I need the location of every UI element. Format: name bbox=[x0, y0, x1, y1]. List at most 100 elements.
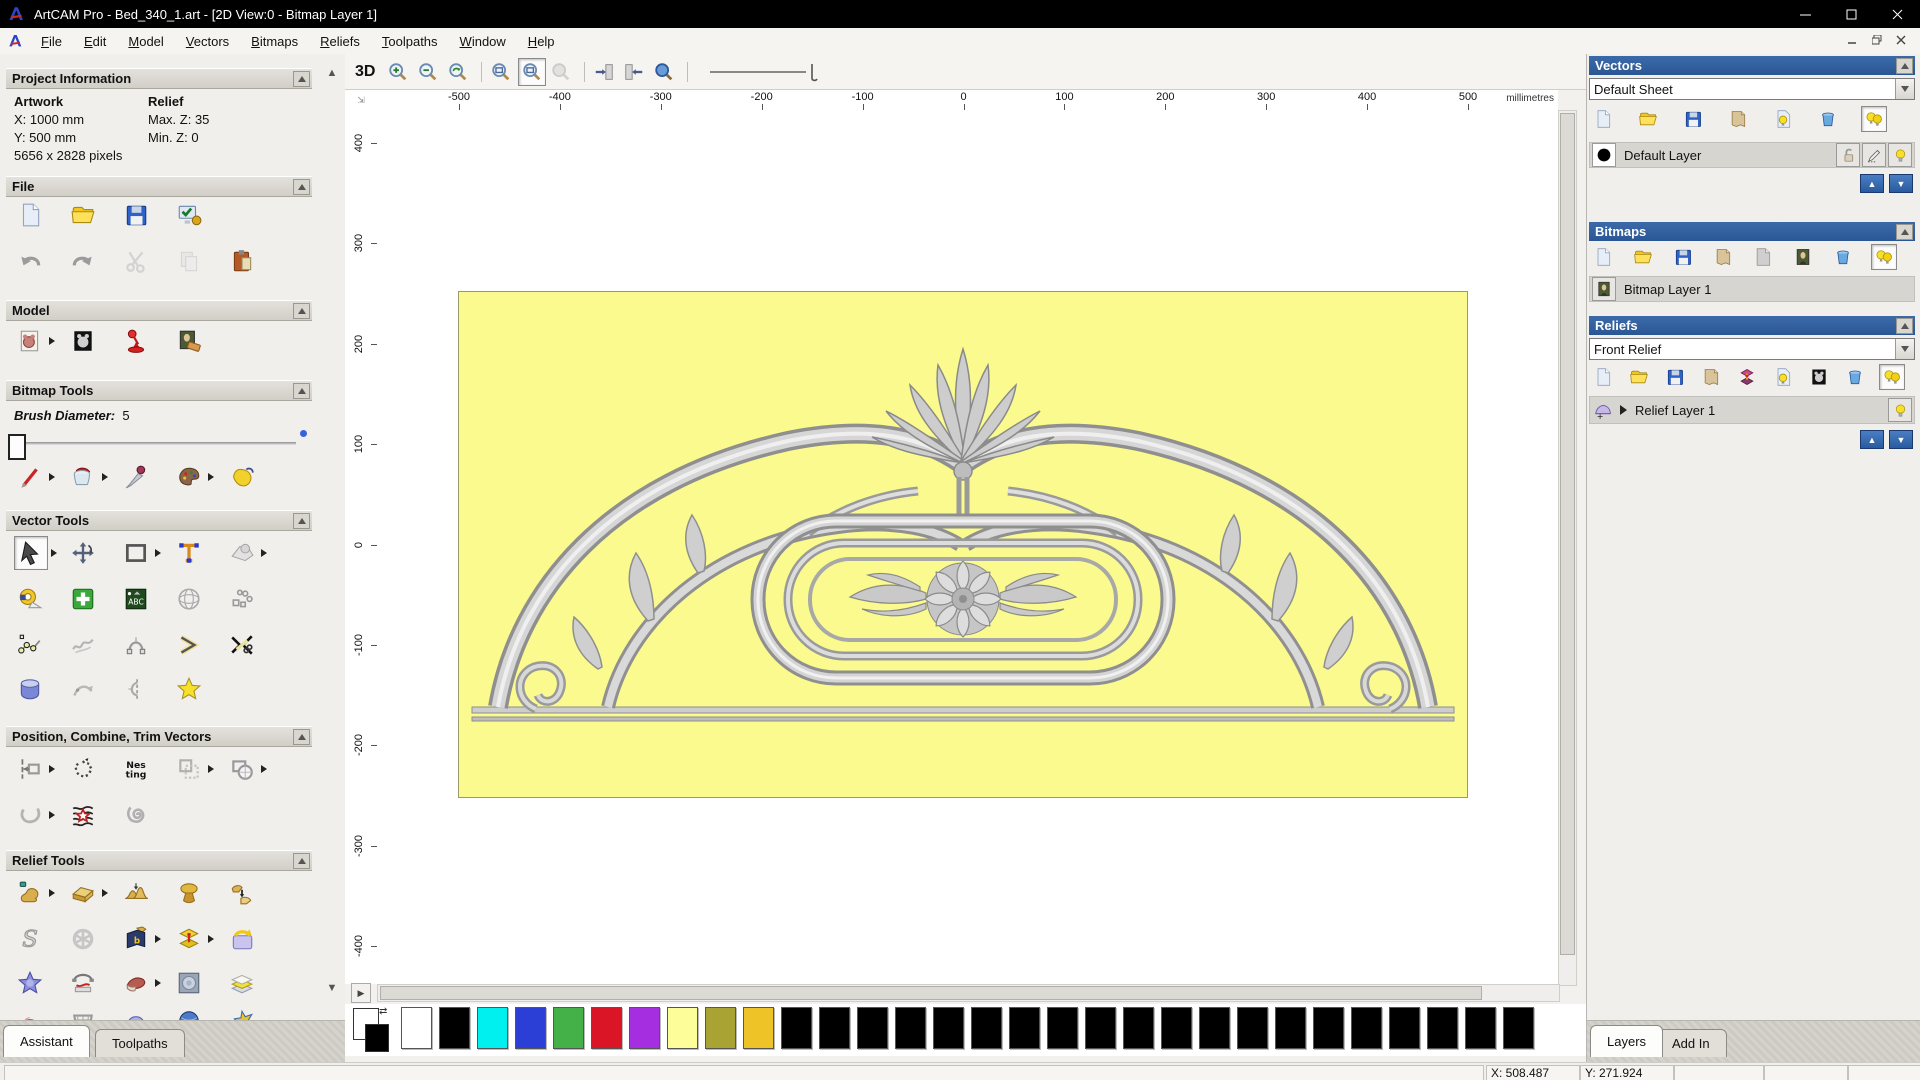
vector-doctor-flyout-arrow[interactable] bbox=[261, 549, 267, 557]
palette-colour-swatch[interactable] bbox=[477, 1007, 508, 1049]
ruler-corner-box[interactable]: ⇲ bbox=[345, 90, 378, 111]
colour-palette-button[interactable] bbox=[173, 461, 205, 493]
palette-colour-swatch[interactable] bbox=[1085, 1007, 1116, 1049]
bitmap-layer-name[interactable]: Bitmap Layer 1 bbox=[1624, 282, 1914, 297]
vertical-scrollbar-thumb[interactable] bbox=[1560, 113, 1575, 955]
relief-artwork[interactable] bbox=[458, 291, 1468, 798]
group-vectors-button[interactable] bbox=[226, 753, 258, 785]
layer-visibility-page-button[interactable] bbox=[1771, 107, 1795, 131]
palette-colour-swatch[interactable] bbox=[629, 1007, 660, 1049]
relief-layer-row[interactable]: Relief Layer 1 bbox=[1589, 396, 1915, 424]
interlock-vectors-button[interactable] bbox=[120, 799, 152, 831]
relief-layer-visibility-bulb-icon[interactable] bbox=[1888, 398, 1912, 422]
vector-texture-button[interactable] bbox=[67, 799, 99, 831]
new-vector-layer-button[interactable] bbox=[1591, 107, 1615, 131]
vector-layer-colour-icon[interactable] bbox=[1592, 143, 1616, 167]
fit-curve-button[interactable] bbox=[67, 673, 99, 705]
zoom-fit-button[interactable] bbox=[518, 58, 546, 86]
zero-plane-button[interactable] bbox=[67, 877, 99, 909]
tab-layers[interactable]: Layers bbox=[1590, 1025, 1663, 1057]
zoom-out-button[interactable] bbox=[415, 59, 441, 85]
paint-flyout-arrow[interactable] bbox=[49, 473, 55, 481]
assistant-panel-scrollbar[interactable]: ▲ ▼ bbox=[325, 66, 339, 1012]
2d-view-viewport[interactable] bbox=[377, 110, 1558, 984]
extrude-profile-button[interactable] bbox=[14, 673, 46, 705]
relief-dropdown-arrow[interactable] bbox=[1895, 339, 1914, 359]
palette-colour-swatch[interactable] bbox=[971, 1007, 1002, 1049]
new-bitmap-layer-button[interactable] bbox=[1591, 245, 1615, 269]
create-star-button[interactable] bbox=[173, 673, 205, 705]
menu-file[interactable]: File bbox=[30, 30, 73, 53]
create-text-button[interactable] bbox=[173, 537, 205, 569]
expand-relief-layer-icon[interactable] bbox=[1620, 405, 1627, 415]
secondary-colour-swatch[interactable] bbox=[365, 1024, 389, 1052]
convert-to-arcs-button[interactable] bbox=[173, 629, 205, 661]
paint-selective-button[interactable] bbox=[226, 461, 258, 493]
join-vectors-flyout-arrow[interactable] bbox=[49, 811, 55, 819]
zoom-window-button[interactable] bbox=[488, 59, 514, 85]
palette-colour-swatch[interactable] bbox=[1047, 1007, 1078, 1049]
paint-button[interactable] bbox=[14, 461, 46, 493]
vector-sheet-dropdown[interactable]: Default Sheet bbox=[1589, 78, 1915, 100]
nesting-button[interactable] bbox=[120, 753, 152, 785]
snap-left-button[interactable] bbox=[591, 59, 617, 85]
layer-visibility-page-button[interactable] bbox=[1771, 365, 1795, 389]
offset-relief-flyout-arrow[interactable] bbox=[208, 935, 214, 943]
maximize-button[interactable] bbox=[1828, 0, 1874, 28]
move-layer-up-button[interactable]: ▲ bbox=[1860, 174, 1884, 193]
palette-colour-swatch[interactable] bbox=[819, 1007, 850, 1049]
zoom-in-button[interactable] bbox=[385, 59, 411, 85]
palette-colour-swatch[interactable] bbox=[1237, 1007, 1268, 1049]
zero-plane-flyout-arrow[interactable] bbox=[102, 889, 108, 897]
palette-colour-swatch[interactable] bbox=[1389, 1007, 1420, 1049]
minimize-button[interactable] bbox=[1782, 0, 1828, 28]
palette-colour-swatch[interactable] bbox=[743, 1007, 774, 1049]
block-replicate-button[interactable] bbox=[173, 753, 205, 785]
flood-fill-button[interactable] bbox=[67, 461, 99, 493]
zoom-selection-button[interactable] bbox=[651, 59, 677, 85]
greyscale-layer-button[interactable] bbox=[1751, 245, 1775, 269]
delete-layer-button[interactable] bbox=[1831, 245, 1855, 269]
panel-scroll-up-icon[interactable]: ▲ bbox=[325, 66, 339, 80]
block-paste-button[interactable] bbox=[226, 583, 258, 615]
merge-bitmap-layers-button[interactable] bbox=[1711, 245, 1735, 269]
model-notes-flyout-arrow[interactable] bbox=[49, 337, 55, 345]
flood-fill-flyout-arrow[interactable] bbox=[102, 473, 108, 481]
toggle-all-visibility-button[interactable] bbox=[1861, 106, 1887, 132]
emboss-relief-button[interactable] bbox=[173, 967, 205, 999]
menu-bitmaps[interactable]: Bitmaps bbox=[240, 30, 309, 53]
measure-button[interactable] bbox=[14, 583, 46, 615]
palette-colour-swatch[interactable] bbox=[1427, 1007, 1458, 1049]
lighting-setup-button[interactable] bbox=[120, 325, 152, 357]
move-relief-layer-down-button[interactable]: ▼ bbox=[1889, 430, 1913, 449]
current-colours-indicator[interactable]: ⇄ bbox=[353, 1008, 393, 1052]
create-text-block-button[interactable] bbox=[120, 583, 152, 615]
3d-view-button[interactable]: 3D bbox=[355, 63, 375, 81]
palette-colour-swatch[interactable] bbox=[1199, 1007, 1230, 1049]
select-vectors-flyout-arrow[interactable] bbox=[51, 549, 57, 557]
star-wizard-button[interactable] bbox=[14, 967, 46, 999]
palette-colour-swatch[interactable] bbox=[1123, 1007, 1154, 1049]
palette-colour-swatch[interactable] bbox=[705, 1007, 736, 1049]
relief-layer-thumbnail[interactable] bbox=[1592, 399, 1614, 421]
group-vectors-flyout-arrow[interactable] bbox=[261, 765, 267, 773]
open-model-button[interactable] bbox=[67, 199, 99, 231]
toggle-all-visibility-button[interactable] bbox=[1871, 244, 1897, 270]
merge-relief-layers-button[interactable] bbox=[1699, 365, 1723, 389]
relief-layer-name[interactable]: Relief Layer 1 bbox=[1635, 403, 1886, 418]
brush-slider-track[interactable] bbox=[16, 442, 296, 445]
add-relief-button[interactable] bbox=[173, 877, 205, 909]
menu-reliefs[interactable]: Reliefs bbox=[309, 30, 371, 53]
layer-visibility-bulb-icon[interactable] bbox=[1888, 143, 1912, 167]
vector-layer-row[interactable]: Default Layer bbox=[1589, 142, 1915, 168]
create-rectangle-flyout-arrow[interactable] bbox=[155, 549, 161, 557]
toggle-all-visibility-button[interactable] bbox=[1879, 364, 1905, 390]
save-model-button[interactable] bbox=[120, 199, 152, 231]
move-layer-down-button[interactable]: ▼ bbox=[1889, 174, 1913, 193]
collapse-position-button[interactable] bbox=[293, 729, 310, 745]
swap-colours-icon[interactable]: ⇄ bbox=[379, 1006, 387, 1017]
collapse-bitmaps-button[interactable] bbox=[1896, 224, 1913, 240]
bitmap-layer-row[interactable]: Bitmap Layer 1 bbox=[1589, 276, 1915, 302]
load-relief-button[interactable] bbox=[226, 923, 258, 955]
envelope-distortion-button[interactable] bbox=[173, 583, 205, 615]
